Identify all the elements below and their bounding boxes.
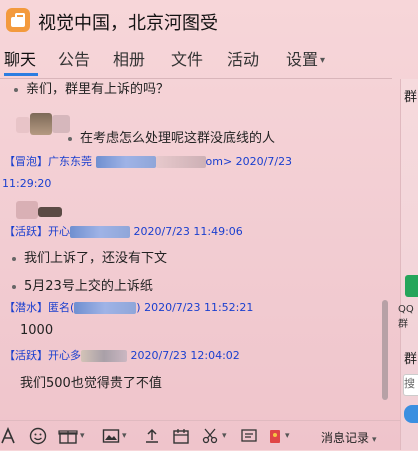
input-toolbar: ▾ ▾ ▾ ▾ 消息记录 ▾ bbox=[0, 420, 400, 451]
chevron-down-icon: ▾ bbox=[372, 435, 377, 445]
tab-chat[interactable]: 聊天 bbox=[4, 46, 36, 70]
sender-time: ) 2020/7/23 11:52:21 bbox=[136, 301, 254, 314]
message-text: 5月23号上交的上诉纸 bbox=[24, 279, 153, 294]
chevron-down-icon[interactable]: ▾ bbox=[285, 431, 290, 441]
panel-heading: 群 bbox=[404, 352, 418, 367]
message: 我们上诉了，还没有下文 bbox=[12, 247, 167, 266]
redacted-name bbox=[74, 302, 137, 314]
font-icon[interactable] bbox=[0, 427, 16, 445]
message: 5月23号上交的上诉纸 bbox=[12, 275, 153, 294]
history-button[interactable]: 消息记录 ▾ bbox=[321, 429, 377, 446]
message-text: 我们上诉了，还没有下文 bbox=[24, 251, 168, 266]
red-packet-icon[interactable] bbox=[268, 427, 282, 445]
bullet-icon bbox=[12, 256, 16, 261]
scrollbar[interactable] bbox=[382, 300, 388, 400]
chevron-down-icon[interactable]: ▾ bbox=[222, 431, 227, 441]
message: 亲们，群里有上诉的吗？ bbox=[14, 79, 169, 97]
tab-announcements[interactable]: 公告 bbox=[58, 46, 90, 70]
message-text: 在考虑怎么处理呢这群没底线的人 bbox=[80, 131, 276, 146]
title-bar: 视觉中国，北京河图受 bbox=[0, 0, 418, 42]
message-text: 亲们，群里有上诉的吗？ bbox=[26, 82, 170, 97]
chat-area[interactable]: 亲们，群里有上诉的吗？ 在考虑怎么处理呢这群没底线的人 【冒泡】广东东莞 om>… bbox=[0, 79, 392, 420]
avatar bbox=[38, 207, 62, 217]
avatar bbox=[30, 113, 52, 135]
window-title: 视觉中国，北京河图受 bbox=[38, 13, 218, 34]
emoji-icon[interactable] bbox=[29, 427, 47, 445]
scissors-icon[interactable] bbox=[201, 427, 219, 445]
message-meta[interactable]: 【活跃】开心 2020/7/23 11:49:06 bbox=[4, 223, 243, 239]
sender-tag: 【活跃】开心多 bbox=[4, 349, 81, 362]
calendar-icon[interactable] bbox=[172, 427, 190, 445]
member-search-input[interactable]: 搜 bbox=[403, 374, 418, 396]
bullet-icon bbox=[12, 284, 16, 289]
chevron-down-icon: ▾ bbox=[320, 55, 326, 66]
redacted-name bbox=[155, 156, 206, 168]
group-icon bbox=[6, 8, 30, 32]
tab-activities[interactable]: 活动 bbox=[227, 46, 259, 70]
search-placeholder: 搜 bbox=[404, 377, 415, 390]
sender-time: 2020/7/23 11:49:06 bbox=[133, 225, 243, 238]
member-avatar[interactable] bbox=[404, 405, 418, 423]
message-meta[interactable]: 【潜水】匿名( ) 2020/7/23 11:52:21 bbox=[4, 299, 253, 315]
tab-settings[interactable]: 设置 ▾ bbox=[286, 46, 325, 70]
message: 在考虑怎么处理呢这群没底线的人 bbox=[68, 127, 275, 146]
tab-settings-label: 设置 bbox=[286, 50, 319, 69]
sender-tag: 【活跃】开心 bbox=[4, 225, 70, 238]
qq-label: QQ群 bbox=[398, 304, 414, 330]
upload-icon[interactable] bbox=[144, 427, 160, 445]
phone-icon[interactable] bbox=[405, 275, 418, 297]
sender-tag: 【冒泡】广东东莞 bbox=[4, 155, 96, 168]
sender-time: 2020/7/23 12:04:02 bbox=[130, 349, 240, 362]
panel-heading: 群 bbox=[404, 90, 418, 105]
message-text: 1000 bbox=[20, 323, 54, 338]
chevron-down-icon[interactable]: ▾ bbox=[122, 431, 127, 441]
sender-tag: 【潜水】匿名( bbox=[4, 301, 75, 314]
message-meta[interactable]: 【冒泡】广东东莞 om> 2020/7/23 bbox=[4, 153, 292, 169]
redacted-name bbox=[81, 350, 127, 362]
chevron-down-icon[interactable]: ▾ bbox=[80, 431, 85, 441]
message-time: 11:29:20 bbox=[2, 177, 52, 190]
message-meta[interactable]: 【活跃】开心多 2020/7/23 12:04:02 bbox=[4, 347, 240, 363]
sender-time: om> 2020/7/23 bbox=[205, 155, 293, 168]
message-text: 我们500也觉得贵了不值 bbox=[20, 376, 162, 391]
bullet-icon bbox=[14, 87, 18, 92]
image-icon[interactable] bbox=[102, 427, 120, 445]
redacted-name bbox=[70, 226, 130, 238]
avatar bbox=[16, 201, 38, 219]
tab-album[interactable]: 相册 bbox=[113, 46, 145, 70]
more-icon[interactable] bbox=[240, 427, 260, 445]
gift-icon[interactable] bbox=[58, 427, 78, 445]
bullet-icon bbox=[68, 136, 72, 141]
redacted-name bbox=[95, 156, 156, 168]
avatar bbox=[16, 117, 30, 133]
tab-files[interactable]: 文件 bbox=[171, 46, 203, 70]
tab-bar: 聊天 公告 相册 文件 活动 设置 ▾ bbox=[0, 46, 418, 76]
active-tab-indicator bbox=[4, 73, 38, 76]
history-label: 消息记录 bbox=[321, 431, 370, 445]
